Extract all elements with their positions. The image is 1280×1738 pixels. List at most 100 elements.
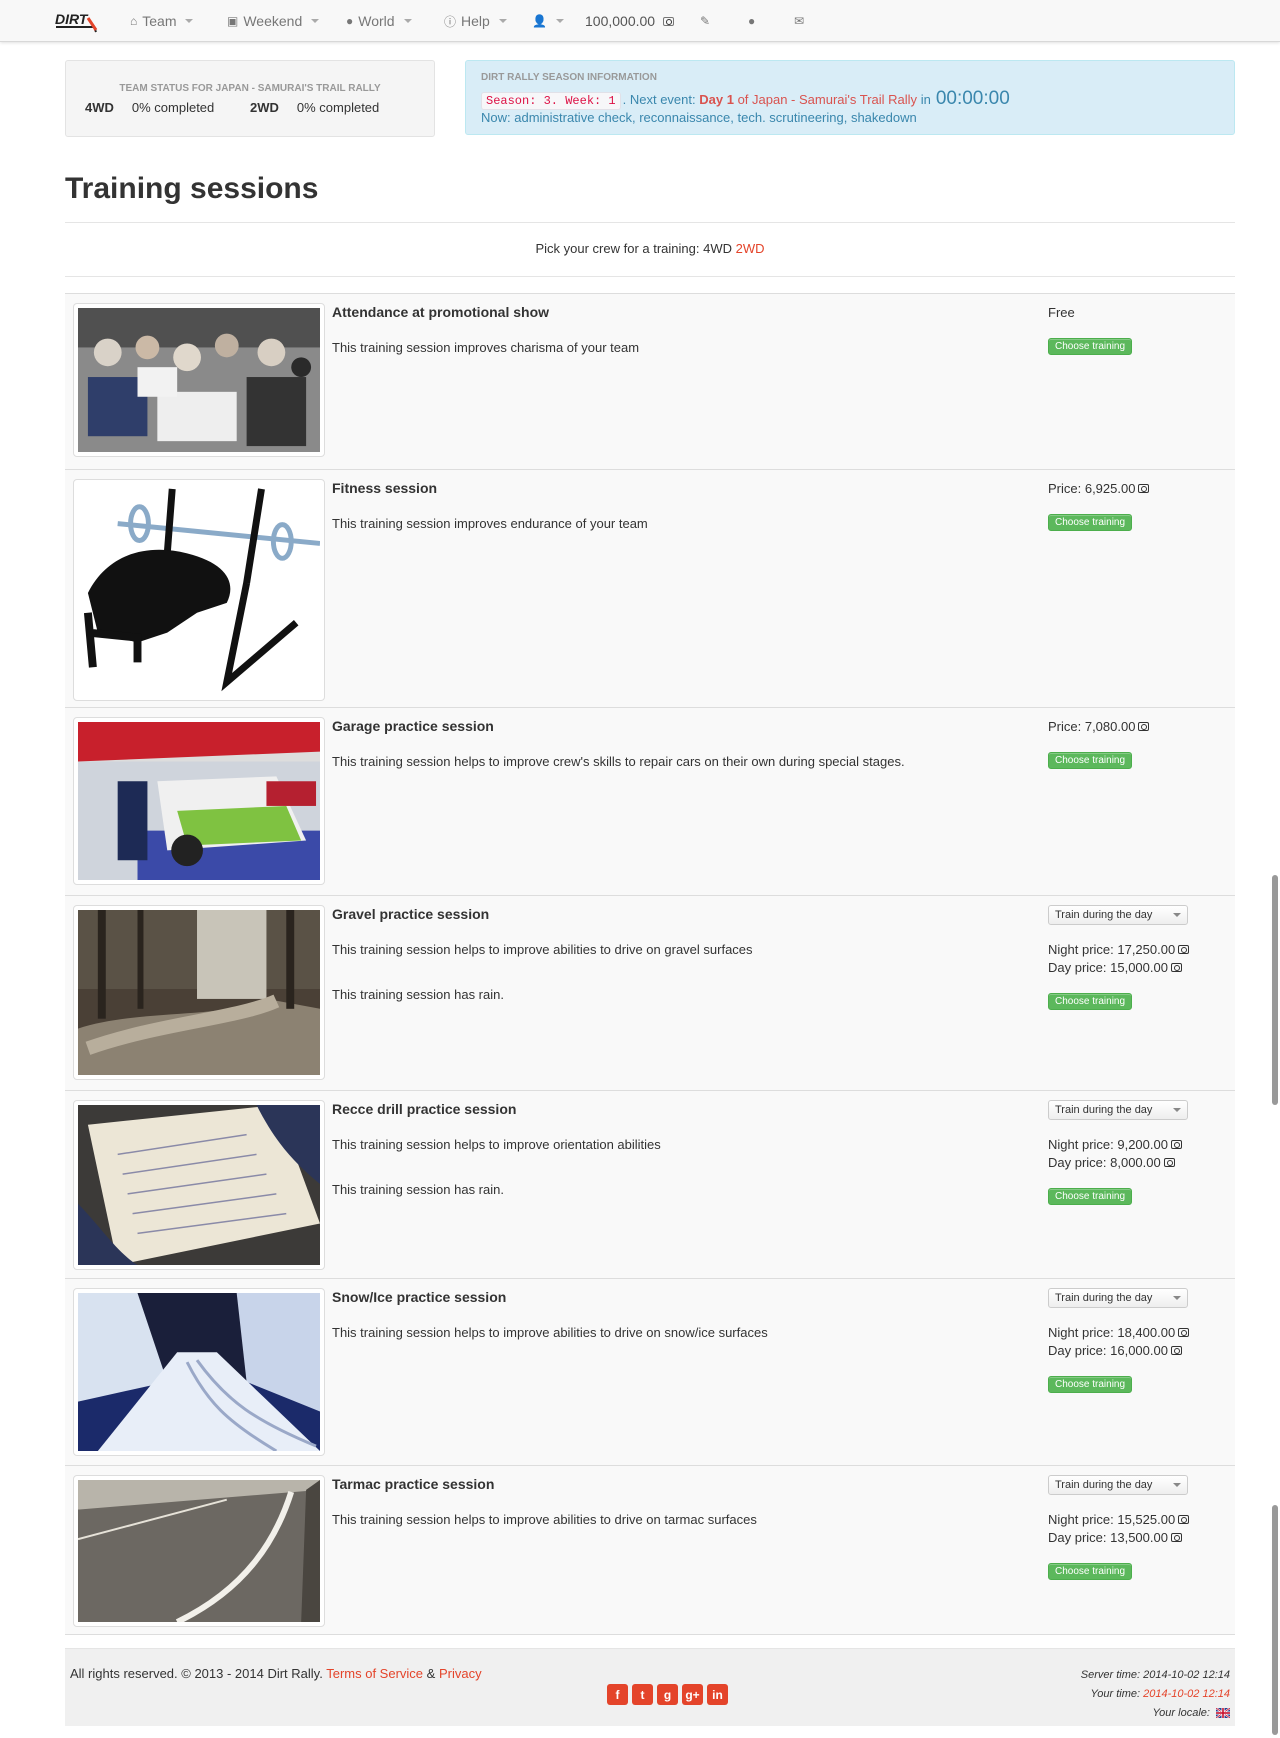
your-locale: Your locale: <box>1081 1704 1230 1723</box>
status-2wd-label: 2WD <box>250 100 279 115</box>
edit-icon: ✎ <box>700 14 711 28</box>
your-time: Your time: 2014-10-02 12:14 <box>1081 1685 1230 1704</box>
next-event-day: Day 1 <box>699 92 734 107</box>
footer-times: Server time: 2014-10-02 12:14 Your time:… <box>1081 1666 1230 1723</box>
next-event-name[interactable]: of Japan - Samurai's Trail Rally <box>738 92 918 107</box>
choose-training-button[interactable]: Choose training <box>1048 514 1133 531</box>
night-price-text: Night price: 18,400.00 <box>1048 1324 1176 1340</box>
nav-weekend[interactable]: ▣ Weekend <box>227 11 320 31</box>
choose-training-button[interactable]: Choose training <box>1048 1188 1133 1205</box>
chevron-down-icon <box>311 19 320 23</box>
session-pricing: Train during the day Night price: 18,400… <box>1048 1288 1228 1393</box>
choose-training-button[interactable]: Choose training <box>1048 338 1133 355</box>
session-thumbnail <box>73 1100 325 1270</box>
session-description: This training session helps to improve a… <box>332 1512 757 1527</box>
chevron-down-icon <box>555 19 564 23</box>
pick-crew-label: Pick your crew for a training: <box>535 241 700 256</box>
nav-team[interactable]: ⌂ Team <box>130 11 194 31</box>
money-icon <box>1138 483 1150 493</box>
info-icon: ⓘ <box>444 14 457 29</box>
chevron-down-icon <box>498 19 507 23</box>
day-price: Day price: 16,000.00 <box>1048 1341 1228 1359</box>
night-price: Night price: 15,525.00 <box>1048 1510 1228 1528</box>
money-icon <box>1170 1532 1182 1542</box>
session-rain-note: This training session has rain. <box>332 987 504 1002</box>
season-code: Season: 3. Week: 1 <box>481 92 621 110</box>
day-night-select[interactable]: Train during the day <box>1048 905 1188 925</box>
season-line: Season: 3. Week: 1 . Next event: Day 1 o… <box>481 88 1010 110</box>
google-plus-icon[interactable]: g+ <box>682 1684 703 1705</box>
session-description: This training session helps to improve o… <box>332 1137 661 1152</box>
nav-world[interactable]: ● World <box>346 11 412 31</box>
nav-edit[interactable]: ✎ <box>700 11 710 31</box>
chevron-down-icon <box>403 19 412 23</box>
server-time: Server time: 2014-10-02 12:14 <box>1080 1669 1230 1681</box>
session-title: Garage practice session <box>332 718 494 734</box>
session-pricing: Train during the day Night price: 17,250… <box>1048 905 1228 1010</box>
night-price-text: Night price: 17,250.00 <box>1048 941 1176 957</box>
picture-icon: ▣ <box>227 14 239 28</box>
globe-icon: ● <box>748 14 756 28</box>
envelope-icon: ✉ <box>794 14 805 28</box>
uk-flag-icon[interactable] <box>1216 1708 1230 1719</box>
select-value: Train during the day <box>1055 1104 1153 1116</box>
nav-mail[interactable]: ✉ <box>794 11 804 31</box>
your-time-value: 2014-10-02 12:14 <box>1143 1688 1230 1700</box>
nav-user[interactable]: 👤 <box>532 11 564 31</box>
pick-crew-2wd[interactable]: 2WD <box>736 241 765 256</box>
choose-training-button[interactable]: Choose training <box>1048 1376 1133 1393</box>
chevron-down-icon <box>1173 1108 1181 1112</box>
scrollbar-thumb[interactable] <box>1272 875 1278 1105</box>
countdown-timer: 00:00:00 <box>935 88 1010 109</box>
page-title: Training sessions <box>65 172 319 205</box>
session-pricing: Train during the day Night price: 9,200.… <box>1048 1100 1228 1205</box>
night-price-text: Night price: 15,525.00 <box>1048 1511 1176 1527</box>
choose-training-button[interactable]: Choose training <box>1048 1563 1133 1580</box>
pick-crew: Pick your crew for a training: 4WD 2WD <box>65 241 1235 256</box>
select-value: Train during the day <box>1055 1479 1153 1491</box>
night-price: Night price: 9,200.00 <box>1048 1135 1228 1153</box>
day-price-text: Day price: 15,000.00 <box>1048 959 1168 975</box>
facebook-icon[interactable]: f <box>607 1684 628 1705</box>
linkedin-icon[interactable]: in <box>707 1684 728 1705</box>
locale-label: Your locale: <box>1152 1707 1210 1719</box>
chevron-down-icon <box>185 19 194 23</box>
session-thumbnail <box>73 905 325 1080</box>
nav-world-label: World <box>358 13 395 29</box>
season-info-panel: DIRT RALLY SEASON INFORMATION Season: 3.… <box>465 60 1235 135</box>
money-icon <box>1170 962 1182 972</box>
nav-help[interactable]: ⓘ Help <box>444 11 507 31</box>
day-night-select[interactable]: Train during the day <box>1048 1100 1188 1120</box>
day-night-select[interactable]: Train during the day <box>1048 1475 1188 1495</box>
money-icon <box>1178 1327 1190 1337</box>
night-price: Night price: 17,250.00 <box>1048 940 1228 958</box>
terms-link[interactable]: Terms of Service <box>326 1666 423 1681</box>
next-event-in: in <box>920 92 931 107</box>
choose-training-button[interactable]: Choose training <box>1048 752 1133 769</box>
day-night-select[interactable]: Train during the day <box>1048 1288 1188 1308</box>
dirt-logo[interactable]: DIRT <box>54 8 98 34</box>
session-price-text: Price: 7,080.00 <box>1048 718 1136 734</box>
nav-globe[interactable]: ● <box>748 11 755 31</box>
money-icon <box>1170 1345 1182 1355</box>
scrollbar-thumb[interactable] <box>1272 1505 1278 1735</box>
choose-training-button[interactable]: Choose training <box>1048 993 1133 1010</box>
github-icon[interactable]: g <box>657 1684 678 1705</box>
nav-money[interactable]: 100,000.00 <box>585 11 675 31</box>
nav-team-label: Team <box>142 13 177 29</box>
twitter-icon[interactable]: t <box>632 1684 653 1705</box>
chevron-down-icon <box>1173 1296 1181 1300</box>
pick-crew-4wd[interactable]: 4WD <box>703 241 732 256</box>
session-pricing: Price: 7,080.00 Choose training <box>1048 717 1228 769</box>
privacy-link[interactable]: Privacy <box>439 1666 482 1681</box>
money-icon <box>1170 1139 1182 1149</box>
your-time-label: Your time: <box>1090 1688 1141 1700</box>
money-icon <box>663 16 675 26</box>
social-links: f t g g+ in <box>607 1684 728 1705</box>
session-thumbnail <box>73 1475 325 1627</box>
team-status-title: TEAM STATUS FOR JAPAN - SAMURAI'S TRAIL … <box>119 83 381 94</box>
user-icon: 👤 <box>532 14 547 28</box>
select-value: Train during the day <box>1055 1292 1153 1304</box>
footer: All rights reserved. © 2013 - 2014 Dirt … <box>65 1648 1235 1726</box>
session-row: Recce drill practice session This traini… <box>65 1090 1235 1278</box>
